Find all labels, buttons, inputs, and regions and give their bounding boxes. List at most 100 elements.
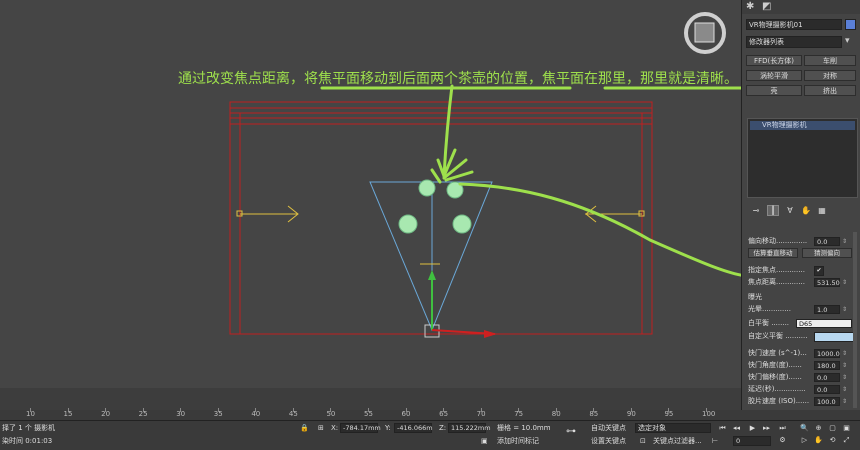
lock-icon[interactable]: 🔒 [300, 423, 309, 433]
timeline-tick-label: 85 [589, 410, 599, 418]
shell-button[interactable]: 壳 [746, 85, 802, 96]
absolute-mode-icon[interactable]: ⊞ [318, 423, 324, 433]
spinner-icon[interactable]: ⇕ [842, 348, 847, 359]
y-coordinate-field[interactable]: -416.066m [394, 423, 433, 433]
zoom-extents-icon[interactable]: ▢ [828, 424, 837, 433]
timeline-tick-label: 55 [364, 410, 373, 418]
remove-modifier-icon[interactable]: ✋ [801, 206, 811, 215]
shift-input[interactable]: 0.0 [814, 237, 840, 246]
film-speed-row: 胶片速度 (ISO)...... 100.0 ⇕ [748, 396, 848, 407]
auto-key-button[interactable]: 自动关键点 [591, 423, 626, 433]
grid-size: 栅格 = 10.0mm [497, 424, 551, 432]
estimate-vertical-button[interactable]: 估算垂直移动 [748, 248, 798, 258]
camera-viewport[interactable]: 通过改变焦点距离，将焦平面移动到后面两个茶壶的位置，焦平面在那里，那里就是清晰。 [0, 0, 741, 388]
object-color-swatch[interactable] [845, 19, 856, 30]
film-speed-input[interactable]: 100.0 [814, 397, 840, 406]
timeline-tick-label: 60 [401, 410, 411, 418]
extrude-button[interactable]: 挤出 [804, 85, 856, 96]
orbit-icon[interactable]: ⟲ [828, 436, 837, 445]
timeline-tick-label: 45 [288, 410, 298, 418]
chevron-down-icon[interactable]: ▾ [845, 36, 850, 46]
key-icon[interactable]: ⊶ [566, 427, 576, 437]
spinner-icon[interactable]: ⇕ [842, 236, 847, 247]
time-slider[interactable] [0, 388, 741, 410]
timeline-tick-label: 15 [63, 410, 73, 418]
turbosmooth-button[interactable]: 涡轮平滑 [746, 70, 802, 81]
spinner-icon[interactable]: ⇕ [842, 384, 847, 395]
annotation-text: 通过改变焦点距离，将焦平面移动到后面两个茶壶的位置，焦平面在那里，那里就是清晰。 [178, 71, 738, 87]
spinner-icon[interactable]: ⇕ [842, 372, 847, 383]
show-end-result-icon[interactable]: ┃ [767, 204, 779, 216]
make-unique-icon[interactable]: ∀ [785, 206, 795, 215]
zoom-extents-all-icon[interactable]: ▣ [842, 424, 851, 433]
timeline-tick-label: 30 [176, 410, 186, 418]
stack-item-vray-camera[interactable]: VR物理摄影机 [750, 121, 855, 130]
vignetting-row: 光晕............. 1.0 ⇕ [748, 304, 848, 315]
modifier-stack[interactable]: VR物理摄影机 [747, 118, 858, 198]
shutter-offset-input[interactable]: 0.0 [814, 373, 840, 382]
annotation-strokes [320, 84, 741, 277]
lathe-button[interactable]: 车削 [804, 55, 856, 66]
go-to-start-icon[interactable]: ⏮ [718, 424, 727, 433]
create-tab-icon[interactable]: ✱ [746, 2, 756, 12]
key-mode-icon[interactable]: ⊢ [712, 436, 718, 446]
next-frame-icon[interactable]: ▸▸ [762, 424, 771, 433]
z-label: Z: [439, 424, 447, 432]
render-time: 染时间 0:01:03 [2, 437, 53, 445]
go-to-end-icon[interactable]: ⏭ [778, 424, 787, 433]
focus-distance-input[interactable]: 531.50 [814, 278, 840, 287]
configure-sets-icon[interactable]: ▦ [817, 206, 827, 215]
timeline-tick-label: 100 [702, 410, 716, 418]
spinner-icon[interactable]: ⇕ [842, 360, 847, 371]
pin-stack-icon[interactable]: ⊸ [751, 206, 761, 215]
latency-input[interactable]: 0.0 [814, 385, 840, 394]
key-filters-button[interactable]: 关键点过滤器... [653, 436, 702, 446]
exposure-row: 曝光 [748, 293, 762, 301]
timeline-tick-label: 65 [439, 410, 449, 418]
shutter-angle-input[interactable]: 180.0 [814, 361, 840, 370]
previous-frame-icon[interactable]: ◂◂ [732, 424, 741, 433]
panel-scrollbar[interactable] [853, 232, 857, 408]
play-icon[interactable]: ▶ [748, 424, 757, 433]
viewcube-icon [684, 12, 726, 54]
timeline-tick-label: 70 [476, 410, 486, 418]
add-time-tag[interactable]: 添加时间标记 [497, 436, 539, 446]
current-frame-field[interactable]: 0 [733, 436, 771, 446]
panel-tabs: ✱ ◩ [742, 0, 860, 14]
spinner-icon[interactable]: ⇕ [842, 396, 847, 407]
ffd-box-button[interactable]: FFD(长方体) [746, 55, 802, 66]
timeline-tick-label: 10 [26, 410, 35, 418]
filter-icon[interactable]: ⊡ [640, 436, 646, 446]
field-of-view-icon[interactable]: ▷ [800, 436, 809, 445]
maximize-viewport-icon[interactable]: ⤢ [842, 436, 851, 445]
viewport-scene [229, 12, 741, 338]
custom-balance-color[interactable] [814, 332, 854, 342]
object-name-field[interactable]: VR物理摄影机01 [746, 19, 842, 30]
time-config-icon[interactable]: ⚙ [778, 436, 787, 445]
modifier-list-dropdown[interactable]: 修改器列表 [746, 36, 842, 48]
shutter-speed-row: 快门速度 (s^-1)... 1000.0 ⇕ [748, 348, 848, 359]
custom-balance-row: 自定义平衡 .......... [746, 331, 856, 342]
selection-status: 择了 1 个 摄影机 [2, 424, 56, 432]
symmetry-button[interactable]: 对称 [804, 70, 856, 81]
selection-set-dropdown[interactable]: 选定对象 [635, 423, 711, 433]
specify-focus-checkbox[interactable]: ✔ [814, 266, 824, 276]
vignetting-input[interactable]: 1.0 [814, 305, 840, 314]
time-tag-icon[interactable]: ▣ [481, 436, 488, 446]
zoom-all-icon[interactable]: ⊕ [814, 424, 823, 433]
guess-horizontal-button[interactable]: 猜测偏向 [802, 248, 852, 258]
spinner-icon[interactable]: ⇕ [842, 304, 847, 315]
white-balance-dropdown[interactable]: D65 [796, 319, 852, 328]
z-coordinate-field[interactable]: 115.222mm [448, 423, 491, 433]
focus-distance-row: 焦点距离............. 531.50 ⇕ [748, 277, 848, 288]
timeline-tick-label: 90 [626, 410, 636, 418]
white-balance-row: 白平衡 ........ D65 [746, 318, 856, 329]
zoom-icon[interactable]: 🔍 [800, 424, 809, 433]
transform-gizmo [420, 263, 497, 338]
set-key-button[interactable]: 设置关键点 [591, 436, 626, 446]
pan-icon[interactable]: ✋ [814, 436, 823, 445]
modify-tab-icon[interactable]: ◩ [762, 2, 772, 12]
x-coordinate-field[interactable]: -784.17mm [340, 423, 381, 433]
shutter-speed-input[interactable]: 1000.0 [814, 349, 840, 358]
spinner-icon[interactable]: ⇕ [842, 277, 847, 288]
